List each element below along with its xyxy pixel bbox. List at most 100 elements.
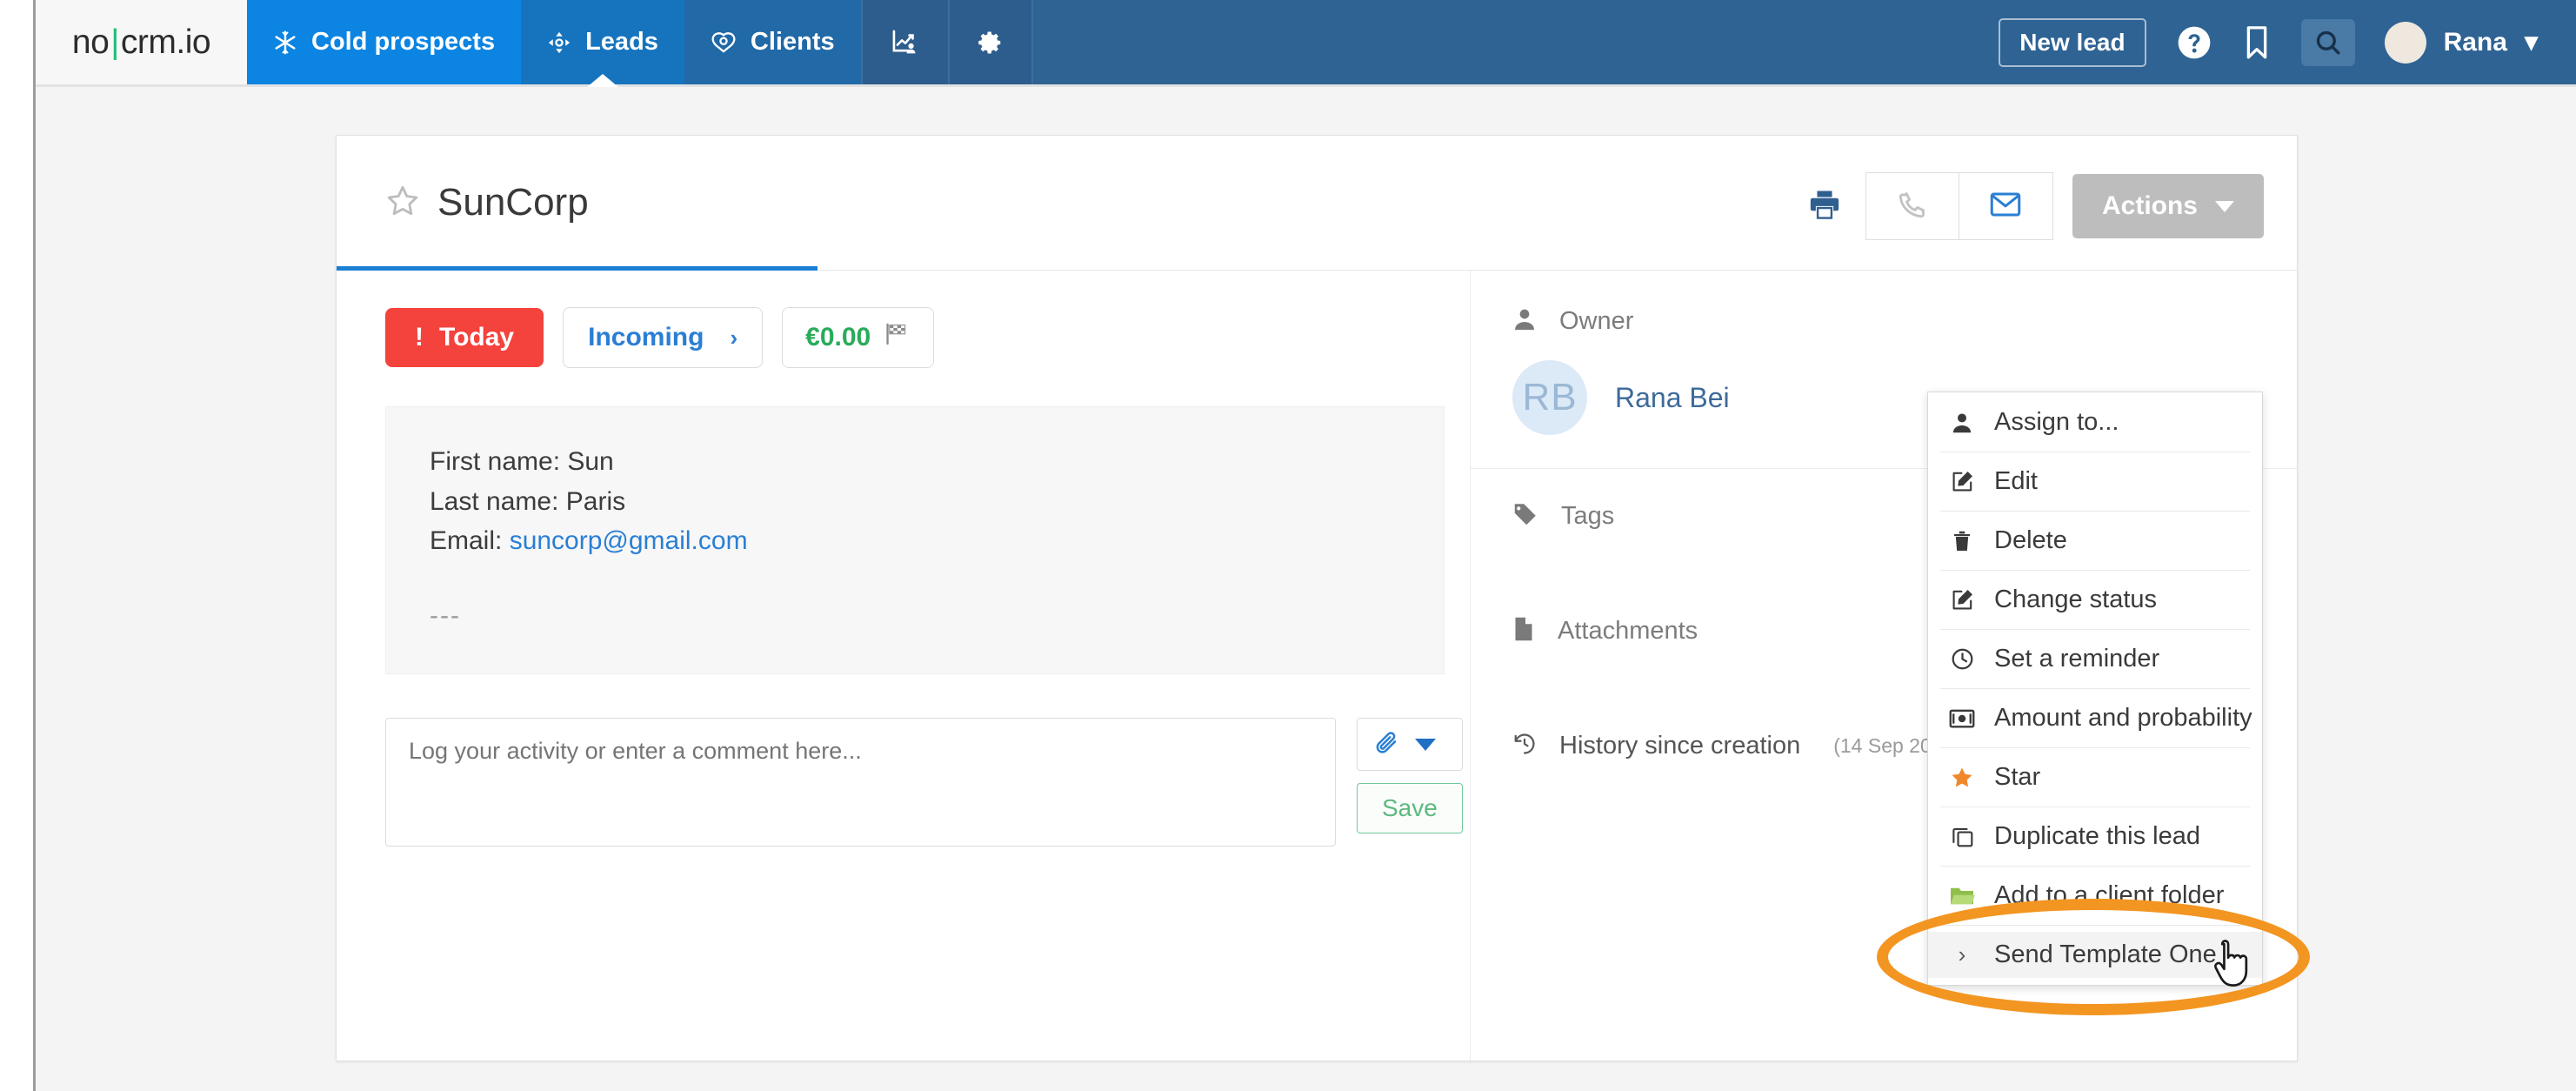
printer-icon[interactable] (1808, 188, 1841, 225)
checkered-flag-icon (884, 323, 911, 352)
chevron-right-icon: › (1947, 941, 1977, 968)
nav-tab-label: Leads (585, 28, 658, 57)
app-logo[interactable]: no|crm.io (36, 0, 247, 84)
status-step-label: Incoming (588, 323, 704, 352)
owner-name: Rana Bei (1615, 382, 1730, 414)
menu-divider (1940, 629, 2250, 630)
exclamation-icon: ! (415, 323, 424, 352)
menu-item-label: Change status (1994, 586, 2157, 614)
call-button[interactable] (1865, 172, 1959, 240)
top-navbar: no|crm.io Cold prospects (36, 0, 2576, 87)
nav-tab-leads[interactable]: Leads (521, 0, 684, 84)
detail-email-link[interactable]: suncorp@gmail.com (510, 526, 748, 555)
nav-tab-statistics[interactable] (861, 0, 950, 84)
menu-divider (1940, 925, 2250, 926)
menu-item-label: Edit (1994, 467, 2038, 496)
detail-separator: --- (430, 596, 1444, 636)
status-step-button[interactable]: Incoming › (563, 307, 763, 368)
menu-item-label: Amount and probability (1994, 704, 2252, 733)
menu-item-duplicate-this-lead[interactable]: Duplicate this lead (1928, 813, 2262, 860)
bookmark-icon[interactable] (2242, 24, 2272, 61)
user-name: Rana (2444, 28, 2507, 57)
actions-toolbar: Actions (1808, 172, 2264, 240)
logo-divider: | (109, 23, 121, 62)
history-clock-icon (1512, 732, 1537, 760)
chevron-down-icon: ▾ (2525, 27, 2538, 57)
detail-first-name: First name: Sun (430, 442, 1444, 482)
user-icon (1512, 307, 1537, 336)
history-label: History since creation (1559, 732, 1800, 760)
edit-icon (1947, 588, 1977, 612)
menu-item-amount-and-probability[interactable]: Amount and probability (1928, 695, 2262, 741)
avatar (2385, 22, 2426, 64)
menu-divider (1940, 511, 2250, 512)
handshake-icon (711, 30, 737, 55)
money-icon (1947, 708, 1977, 729)
menu-item-assign-to[interactable]: Assign to... (1928, 399, 2262, 445)
attachments-label: Attachments (1558, 617, 1698, 646)
actions-button[interactable]: Actions (2072, 174, 2264, 238)
phone-icon (1898, 190, 1927, 224)
owner-label: Owner (1559, 307, 1633, 336)
status-badge-today[interactable]: ! Today (385, 308, 544, 367)
owner-avatar: RB (1512, 360, 1587, 435)
menu-item-label: Set a reminder (1994, 645, 2159, 673)
duplicate-icon (1947, 825, 1977, 848)
menu-item-label: Star (1994, 763, 2040, 792)
user-icon (1947, 412, 1977, 434)
chevron-down-icon (1415, 739, 1436, 751)
diamond-arrows-icon (547, 30, 571, 55)
menu-item-delete[interactable]: Delete (1928, 518, 2262, 564)
nav-tab-clients[interactable]: Clients (684, 0, 861, 84)
menu-item-set-a-reminder[interactable]: Set a reminder (1928, 636, 2262, 682)
logo-text-left: no (72, 23, 109, 62)
page-title: SunCorp (437, 181, 589, 224)
menu-item-label: Delete (1994, 526, 2067, 555)
nav-tab-label: Cold prospects (311, 28, 495, 57)
email-button[interactable] (1959, 172, 2053, 240)
star-outline-icon[interactable] (385, 184, 420, 223)
question-circle-icon[interactable] (2176, 24, 2212, 61)
paperclip-icon (1373, 729, 1399, 760)
menu-item-edit[interactable]: Edit (1928, 458, 2262, 505)
star-filled-icon (1947, 766, 1977, 790)
menu-divider (1940, 688, 2250, 689)
comment-input[interactable] (385, 718, 1336, 847)
nav-tab-cold-prospects[interactable]: Cold prospects (247, 0, 521, 84)
owner-header: Owner (1512, 307, 2297, 336)
chevron-right-icon: › (730, 325, 737, 351)
comment-actions: Save (1357, 718, 1463, 833)
menu-item-change-status[interactable]: Change status (1928, 577, 2262, 623)
logo-text-right: crm.io (121, 23, 210, 62)
tag-icon (1512, 502, 1538, 531)
detail-email-row: Email: suncorp@gmail.com (430, 521, 1444, 561)
trash-icon (1947, 530, 1977, 552)
clock-icon (1947, 647, 1977, 671)
nav-tab-settings[interactable] (950, 0, 1033, 84)
amount-badge[interactable]: €0.00 (782, 307, 934, 368)
file-icon (1512, 616, 1535, 646)
nav-tabs: Cold prospects Leads C (247, 0, 1033, 84)
new-lead-button[interactable]: New lead (1999, 18, 2146, 67)
envelope-icon (1990, 191, 2021, 223)
menu-item-star[interactable]: Star (1928, 754, 2262, 800)
attach-file-button[interactable] (1357, 718, 1463, 771)
tags-label: Tags (1561, 502, 1614, 531)
menu-item-label: Duplicate this lead (1994, 822, 2200, 851)
status-badge-label: Today (439, 323, 514, 352)
chevron-down-icon (2215, 201, 2234, 212)
navbar-right: New lead Rana ▾ (1999, 0, 2576, 84)
app-window: no|crm.io Cold prospects (33, 0, 2576, 1091)
menu-divider (1940, 747, 2250, 748)
menu-item-add-to-a-client-folder[interactable]: Add to a client folder (1928, 873, 2262, 919)
mouse-cursor (2208, 938, 2252, 996)
save-button[interactable]: Save (1357, 783, 1463, 833)
gear-icon (978, 30, 1004, 56)
menu-item-label: Add to a client folder (1994, 881, 2224, 910)
detail-email-label: Email: (430, 526, 510, 555)
search-icon[interactable] (2301, 19, 2355, 66)
user-menu[interactable]: Rana ▾ (2385, 22, 2538, 64)
statistics-user-icon (891, 29, 920, 57)
actions-dropdown-menu: Assign to... Edit Delete (1927, 392, 2263, 986)
nav-tab-label: Clients (751, 28, 835, 57)
